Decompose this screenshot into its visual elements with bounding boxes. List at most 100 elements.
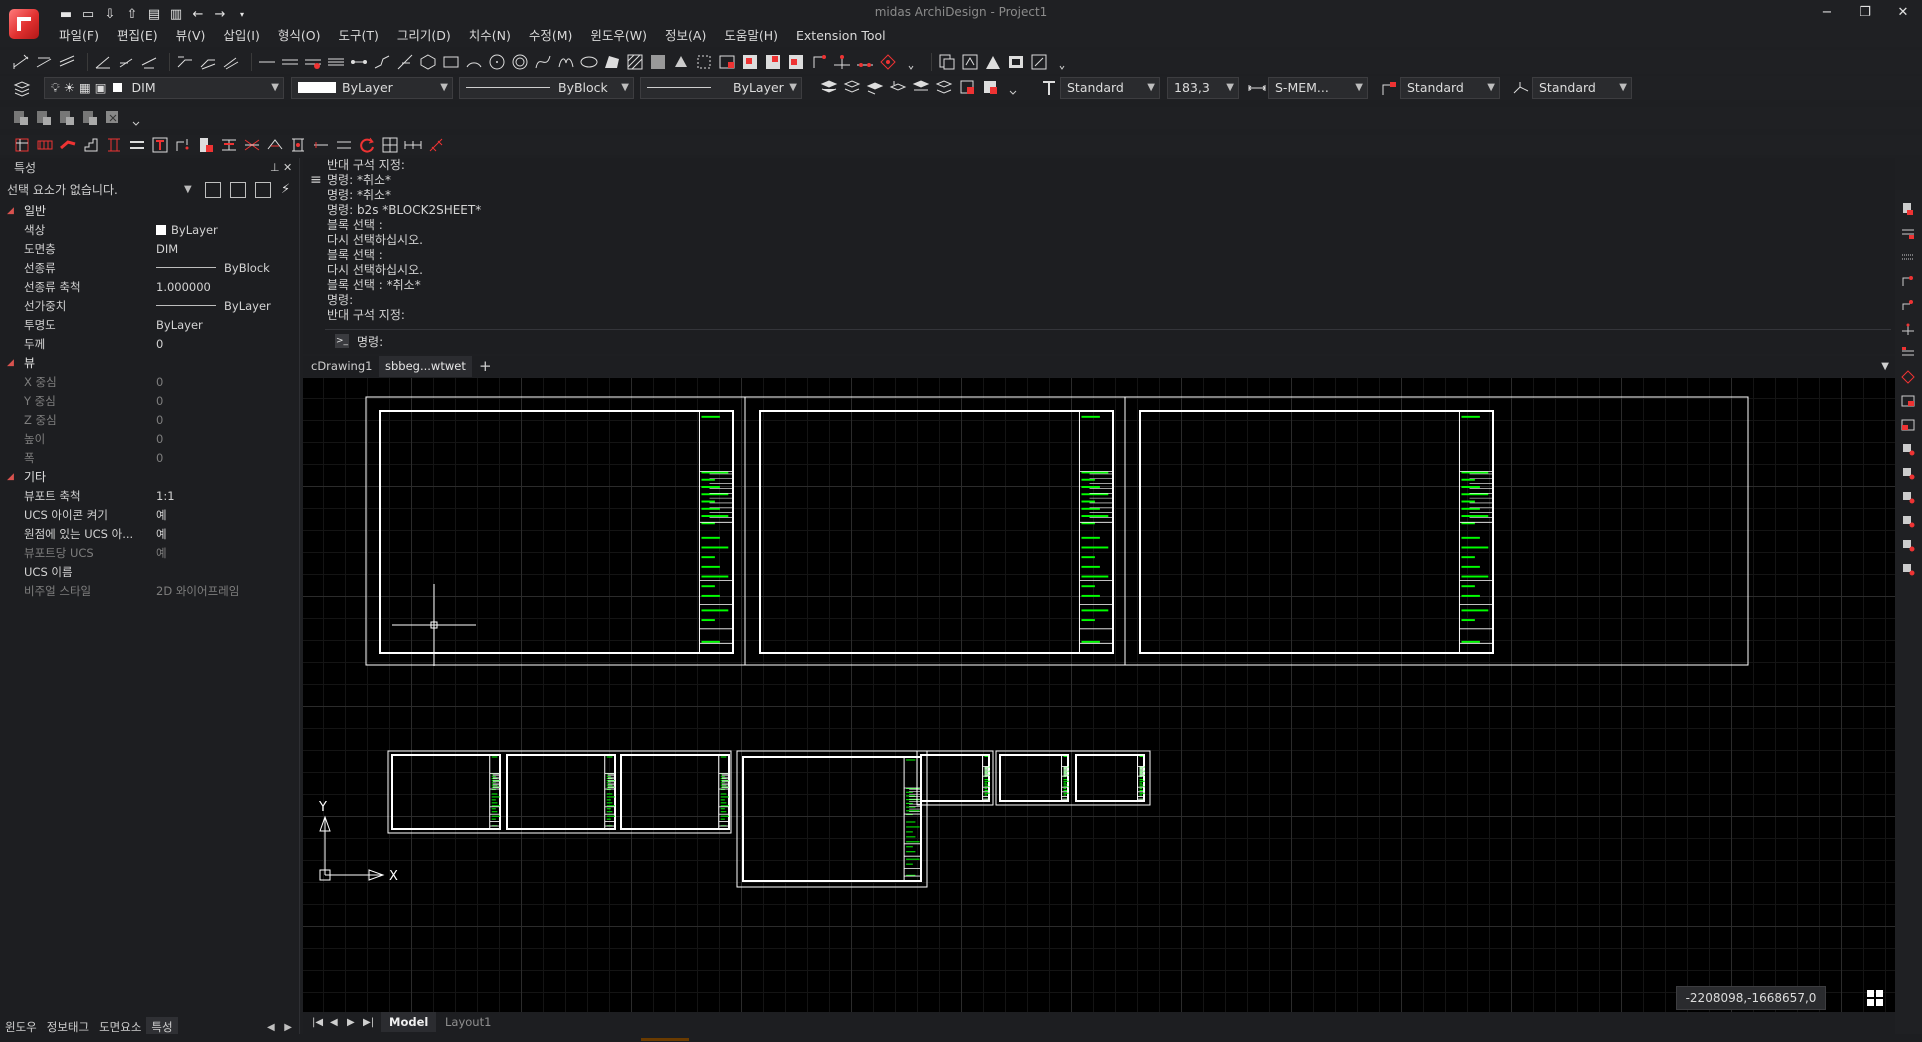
table-edit-icon[interactable] — [1901, 418, 1915, 432]
menu-icon[interactable]: ≡ — [310, 172, 322, 188]
refresh-icon[interactable] — [358, 136, 376, 154]
category-general[interactable]: 일반 — [0, 202, 299, 221]
grid-line-icon[interactable] — [1901, 274, 1915, 288]
block-insert-icon[interactable] — [741, 53, 759, 71]
close-panel-icon[interactable]: ✕ — [283, 158, 292, 178]
rectangle-icon[interactable] — [442, 53, 460, 71]
column-grid-icon[interactable] — [13, 136, 31, 154]
measure-tool-icon[interactable] — [1901, 346, 1915, 360]
construction-line-icon[interactable] — [396, 53, 414, 71]
pickadd-icon[interactable] — [255, 182, 271, 198]
stair-icon[interactable] — [82, 136, 100, 154]
point-icon[interactable] — [810, 53, 828, 71]
last-layout-icon[interactable]: ▶| — [363, 1017, 374, 1028]
dotted-line-icon[interactable] — [1901, 250, 1915, 264]
minimize-button[interactable]: − — [1808, 0, 1846, 26]
object-c-icon[interactable] — [1901, 490, 1915, 504]
prop-row[interactable]: 선가중치 ByLayer — [0, 297, 299, 316]
menu-tools[interactable]: 도구(T) — [329, 26, 387, 46]
layer-delete-icon[interactable] — [958, 78, 976, 96]
schedule-tool-icon[interactable] — [1901, 226, 1915, 240]
chevron-right-icon[interactable]: ▶ — [284, 1022, 292, 1033]
prop-row[interactable]: UCS 이름 — [0, 563, 299, 582]
prop-row[interactable]: 색상 ByLayer — [0, 221, 299, 240]
menu-edit[interactable]: 편집(E) — [108, 26, 167, 46]
polygon-icon[interactable] — [419, 53, 437, 71]
room-icon[interactable] — [289, 136, 307, 154]
menu-info[interactable]: 정보(A) — [656, 26, 715, 46]
polyline-icon[interactable] — [373, 53, 391, 71]
dim-aligned-icon[interactable] — [35, 53, 53, 71]
multiline-icon[interactable] — [327, 53, 345, 71]
circle-icon[interactable] — [488, 53, 506, 71]
category-misc[interactable]: 기타 — [0, 468, 299, 487]
command-prompt[interactable]: 명령: — [357, 333, 383, 350]
column-icon[interactable] — [105, 136, 123, 154]
xref-icon[interactable] — [984, 53, 1002, 71]
schedule-icon[interactable] — [381, 136, 399, 154]
block-list-icon[interactable] — [12, 109, 30, 127]
leader-style-dropdown[interactable]: Standard ▼ — [1400, 77, 1500, 99]
region-icon[interactable] — [603, 53, 621, 71]
wall-hatch-icon[interactable] — [36, 136, 54, 154]
menu-draw[interactable]: 그리기(D) — [388, 26, 460, 46]
menu-dimension[interactable]: 치수(N) — [460, 26, 520, 46]
beam-icon[interactable] — [128, 136, 146, 154]
text-style-icon[interactable] — [1040, 79, 1058, 97]
object-d-icon[interactable] — [1901, 514, 1915, 528]
object-a-icon[interactable] — [1901, 442, 1915, 456]
pin-icon[interactable]: ⊥ — [270, 158, 280, 178]
block-sheet-icon[interactable] — [81, 109, 99, 127]
doc-tab-active[interactable]: sbbeg...wtwet — [379, 356, 472, 377]
layout-tool-icon[interactable] — [1901, 202, 1915, 216]
table-style-icon[interactable] — [1512, 79, 1530, 97]
next-layout-icon[interactable]: ▶ — [347, 1017, 355, 1028]
window-tool-icon[interactable] — [220, 136, 238, 154]
boundary-icon[interactable] — [672, 53, 690, 71]
layer-dropdown[interactable]: 💡︎ ☀ ▦ ▣ DIM ▼ — [44, 77, 284, 99]
double-line-icon[interactable] — [281, 53, 299, 71]
object-e-icon[interactable] — [1901, 538, 1915, 552]
image-icon[interactable] — [1007, 53, 1025, 71]
table-tool-icon[interactable] — [1901, 394, 1915, 408]
draw-more-chevron-icon[interactable] — [902, 53, 920, 71]
block-export-icon[interactable] — [104, 109, 122, 127]
menu-extension-tool[interactable]: Extension Tool — [787, 26, 895, 46]
wipeout-icon[interactable] — [695, 53, 713, 71]
elevation-icon[interactable] — [335, 136, 353, 154]
object-f-icon[interactable] — [1901, 562, 1915, 576]
lineweight-dropdown[interactable]: ByLayer ▼ — [640, 77, 802, 99]
slab-icon[interactable] — [243, 136, 261, 154]
wall-join-icon[interactable] — [59, 136, 77, 154]
doc-tab-cdrawing1[interactable]: cDrawing1 — [305, 356, 378, 377]
menu-modify[interactable]: 수정(M) — [520, 26, 582, 46]
object-b-icon[interactable] — [1901, 466, 1915, 480]
panel-tab-scroll[interactable]: ◀ ▶ — [267, 1022, 292, 1033]
menu-format[interactable]: 형식(O) — [269, 26, 330, 46]
arc-icon[interactable] — [465, 53, 483, 71]
dimension-chain-icon[interactable] — [404, 136, 422, 154]
block-edit-icon[interactable] — [787, 53, 805, 71]
first-layout-icon[interactable]: |◀ — [312, 1017, 323, 1028]
leader-icon[interactable] — [176, 53, 194, 71]
ellipse-icon[interactable] — [580, 53, 598, 71]
layer-manager-icon[interactable] — [13, 79, 31, 97]
layout-tab-model[interactable]: Model — [381, 1012, 437, 1032]
selection-dropdown[interactable]: 선택 요소가 없습니다. ▼ ⚡ — [0, 178, 299, 202]
menu-window[interactable]: 윈도우(W) — [581, 26, 656, 46]
dim-style-dropdown[interactable]: S-MEM... ▼ — [1268, 77, 1368, 99]
ray-icon[interactable] — [350, 53, 368, 71]
line-icon[interactable] — [258, 53, 276, 71]
divide-icon[interactable] — [833, 53, 851, 71]
revcloud-icon[interactable] — [557, 53, 575, 71]
menu-help[interactable]: 도움말(H) — [715, 26, 787, 46]
command-input-row[interactable]: >_ 명령: — [325, 329, 1891, 351]
menu-insert[interactable]: 삽입(I) — [214, 26, 268, 46]
chevron-down-icon[interactable]: ▼ — [1881, 356, 1889, 377]
measure-icon[interactable] — [856, 53, 874, 71]
roof-icon[interactable] — [266, 136, 284, 154]
quick-select-icon[interactable] — [205, 182, 221, 198]
previous-layout-icon[interactable]: ◀ — [330, 1017, 338, 1028]
prop-row[interactable]: 선종류 축척 1.000000 — [0, 278, 299, 297]
prop-row[interactable]: 두께 0 — [0, 335, 299, 354]
